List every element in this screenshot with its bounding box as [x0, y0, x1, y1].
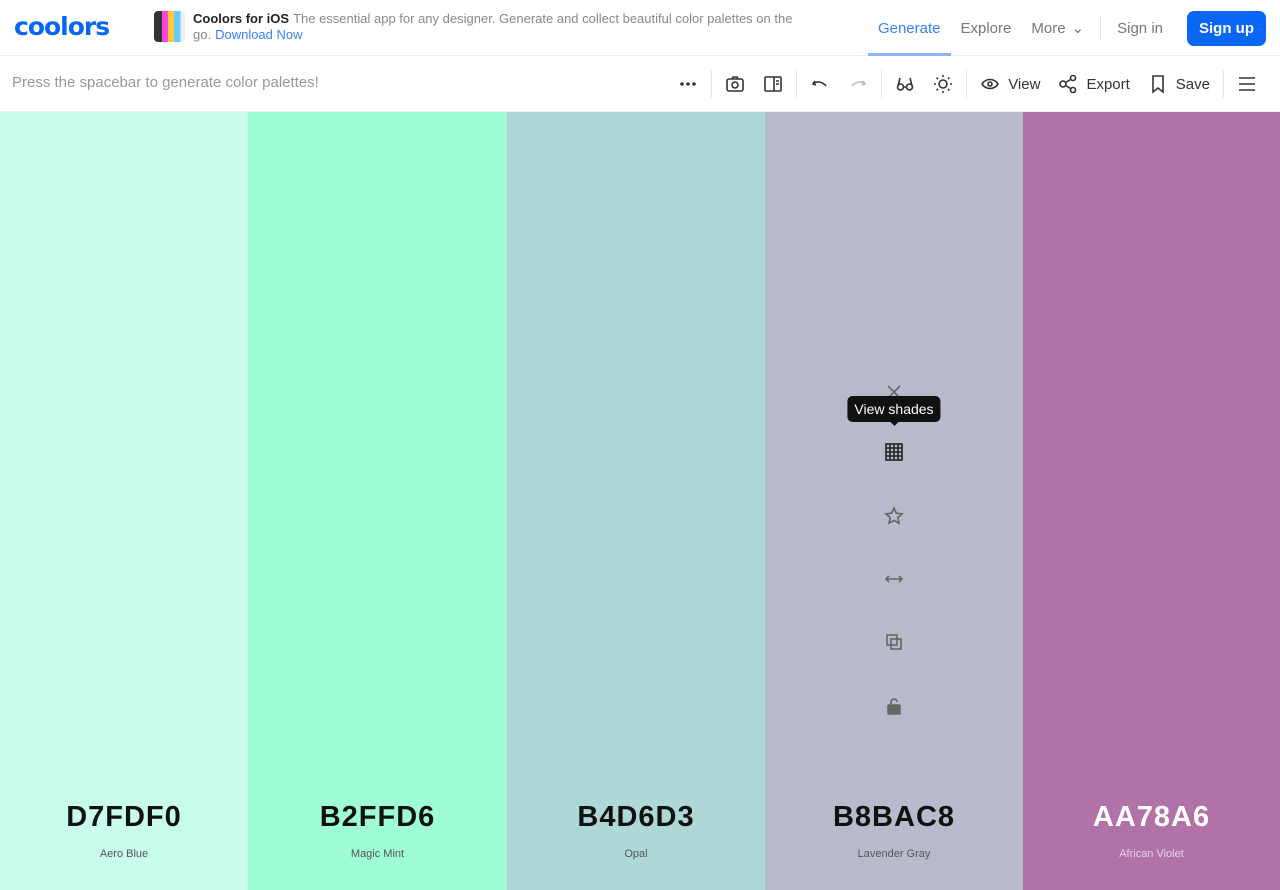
nav-more-label: More	[1031, 19, 1066, 37]
color-hex[interactable]: AA78A6	[1023, 801, 1280, 834]
chevron-down-icon: ⌄	[1071, 20, 1085, 37]
redo-button[interactable]	[839, 56, 877, 112]
favorite-button[interactable]	[874, 501, 914, 531]
export-label: Export	[1086, 75, 1130, 93]
panel-icon	[764, 76, 782, 92]
view-label: View	[1008, 75, 1041, 93]
color-hex[interactable]: D7FDF0	[0, 801, 248, 834]
color-hex[interactable]: B8BAC8	[765, 801, 1023, 834]
hamburger-icon	[1239, 77, 1255, 91]
palette: D7FDF0 Aero Blue B2FFD6 Magic Mint B4D6D3 O…	[0, 112, 1280, 890]
color-name: Magic Mint	[350, 848, 405, 860]
color-column[interactable]: D7FDF0 Aero Blue	[0, 112, 248, 890]
sun-icon	[934, 75, 953, 93]
grid-icon	[885, 443, 903, 461]
spacebar-hint: Press the spacebar to generate color pal…	[12, 74, 319, 91]
save-button[interactable]: Save	[1139, 56, 1219, 112]
color-blindness-button[interactable]	[886, 56, 924, 112]
star-icon	[884, 506, 904, 525]
arrows-horizontal-icon	[884, 575, 904, 583]
save-label: Save	[1175, 75, 1210, 93]
promo-title: Coolors for iOS	[193, 11, 290, 26]
sign-in-link[interactable]: Sign in	[1107, 0, 1173, 56]
view-shades-tooltip: View shades	[847, 396, 941, 426]
panel-button[interactable]	[754, 56, 792, 112]
camera-button[interactable]	[716, 56, 754, 112]
eye-icon	[981, 78, 1000, 90]
coolors-logo[interactable]: coolors	[14, 12, 110, 41]
redo-icon	[851, 80, 867, 87]
view-button[interactable]: View	[971, 56, 1049, 112]
copy-icon	[886, 634, 902, 650]
lock-button[interactable]	[874, 691, 914, 721]
more-options-button[interactable]	[669, 56, 707, 112]
color-column[interactable]: B4D6D3 Opal	[507, 112, 765, 890]
color-name: African Violet	[1119, 848, 1184, 860]
top-nav: coolors Coolors for iOS The essential app…	[0, 0, 1280, 56]
glasses-icon	[896, 77, 914, 91]
menu-button[interactable]	[1228, 56, 1266, 112]
download-link[interactable]: Download Now	[215, 27, 302, 42]
camera-icon	[726, 76, 744, 92]
color-column[interactable]: B2FFD6 Magic Mint	[248, 112, 507, 890]
share-icon	[1059, 74, 1077, 94]
color-name: Aero Blue	[99, 848, 149, 860]
brightness-button[interactable]	[924, 56, 962, 112]
toolbar: Press the spacebar to generate color pal…	[0, 56, 1280, 112]
color-hex[interactable]: B4D6D3	[507, 801, 765, 834]
undo-icon	[811, 80, 827, 87]
ios-promo: Coolors for iOS The essential app for any…	[154, 11, 854, 43]
drag-button[interactable]	[874, 564, 914, 594]
color-name: Opal	[624, 848, 648, 860]
undo-button[interactable]	[801, 56, 839, 112]
app-icon	[154, 11, 185, 42]
unlock-icon	[887, 698, 901, 715]
color-column[interactable]: View shades B8BAC8 Lavender Gray	[765, 112, 1023, 890]
sign-up-button[interactable]: Sign up	[1187, 10, 1266, 46]
color-hex[interactable]: B2FFD6	[248, 801, 507, 834]
color-name: Lavender Gray	[857, 848, 931, 860]
nav-more[interactable]: More ⌄	[1021, 0, 1094, 56]
bookmark-icon	[1151, 75, 1164, 94]
nav-generate[interactable]: Generate	[867, 0, 951, 56]
nav-explore[interactable]: Explore	[951, 0, 1022, 56]
color-column[interactable]: AA78A6 African Violet	[1023, 112, 1280, 890]
view-shades-button[interactable]	[874, 437, 914, 467]
export-button[interactable]: Export	[1049, 56, 1138, 112]
copy-button[interactable]	[874, 627, 914, 657]
ellipsis-icon	[680, 82, 696, 86]
